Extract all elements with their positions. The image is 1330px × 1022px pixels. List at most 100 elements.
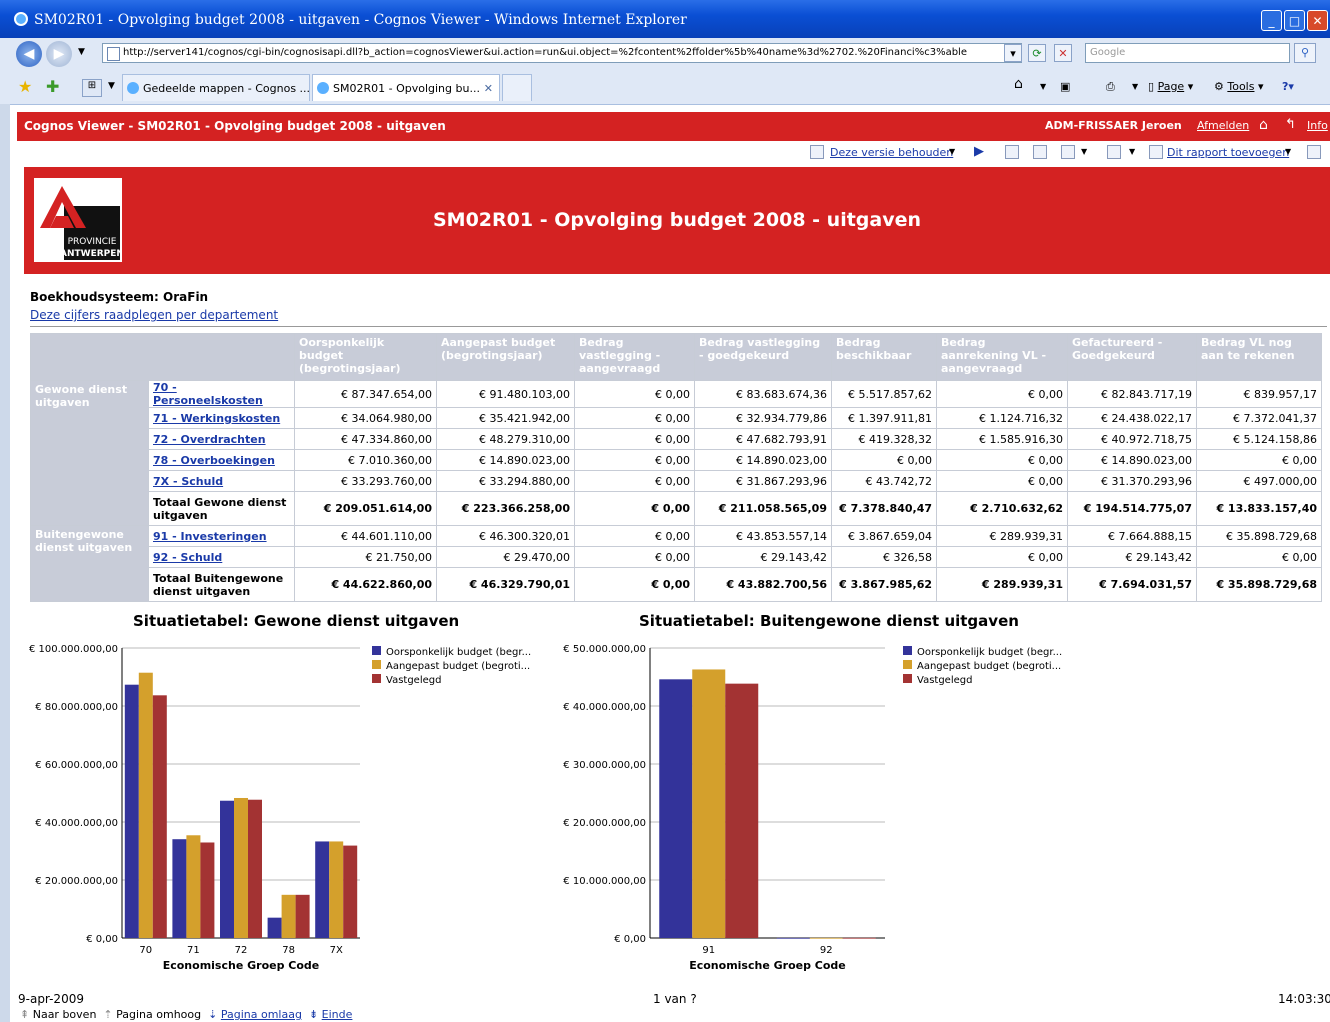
tab-list-icon[interactable]: ▼: [108, 81, 115, 91]
close-tab-icon[interactable]: ✕: [484, 75, 493, 102]
bar: [842, 937, 876, 939]
edit-report-icon[interactable]: [1307, 145, 1321, 159]
accounting-system: Boekhoudsysteem: OraFin: [30, 290, 209, 304]
nav-page-down[interactable]: Pagina omlaag: [221, 1008, 302, 1021]
row-drill-link[interactable]: 78 - Overboekingen: [153, 454, 275, 467]
y-tick-label: € 40.000.000,00: [35, 818, 118, 829]
drill-up-icon[interactable]: [1033, 145, 1047, 159]
row-drill-link[interactable]: 71 - Werkingskosten: [153, 412, 280, 425]
back-icon[interactable]: ◀: [16, 41, 42, 67]
keep-version-link[interactable]: Deze versie behouden: [830, 146, 953, 159]
value-cell: € 34.064.980,00: [294, 407, 437, 429]
row-drill-link[interactable]: 7X - Schuld: [153, 475, 223, 488]
legend-label: Oorsponkelijk budget (begr...: [386, 647, 531, 658]
footer-date: 9-apr-2009: [18, 992, 84, 1006]
help-icon[interactable]: ?▾: [1282, 80, 1294, 93]
history-dropdown-icon[interactable]: ▼: [78, 47, 85, 57]
related-links-dropdown-icon[interactable]: ▼: [1081, 147, 1087, 156]
tab-gedeelde-mappen[interactable]: Gedeelde mappen - Cognos ...: [122, 74, 310, 101]
page-icon: [107, 47, 120, 61]
report-table: Oorsponkelijk budget (begrotingsjaar) Aa…: [30, 333, 1322, 602]
view-format-dropdown-icon[interactable]: ▼: [1129, 147, 1135, 156]
add-report-dropdown-icon[interactable]: ▼: [1285, 147, 1291, 156]
bar: [776, 937, 810, 939]
close-icon[interactable]: ✕: [1307, 10, 1328, 31]
nav-end[interactable]: Einde: [322, 1008, 353, 1021]
value-cell: € 0,00: [936, 380, 1068, 408]
view-format-icon[interactable]: [1107, 145, 1121, 159]
value-cell: € 0,00: [936, 470, 1068, 492]
refresh-icon[interactable]: ⟳: [1028, 44, 1046, 62]
home-dropdown-icon[interactable]: ▼: [1040, 82, 1046, 91]
minimize-icon[interactable]: _: [1261, 10, 1282, 31]
favorites-star-icon[interactable]: ★: [18, 77, 32, 96]
total-value-cell: € 7.378.840,47: [831, 491, 937, 526]
return-icon[interactable]: ↰: [1285, 117, 1296, 132]
value-cell: € 5.517.857,62: [831, 380, 937, 408]
address-bar[interactable]: http://server141/cognos/cgi-bin/cognosis…: [102, 43, 1022, 63]
row-drill-link[interactable]: 91 - Investeringen: [153, 530, 267, 543]
search-icon[interactable]: ⚲: [1294, 43, 1316, 63]
search-input[interactable]: Google: [1085, 43, 1290, 63]
y-tick-label: € 50.000.000,00: [563, 644, 646, 655]
print-icon[interactable]: ⎙: [1106, 80, 1115, 94]
page-menu[interactable]: ▯ Page ▾: [1148, 80, 1193, 93]
run-icon[interactable]: ▶: [974, 144, 984, 159]
tools-menu-label: Tools: [1227, 80, 1255, 93]
value-cell: € 35.898.729,68: [1196, 525, 1322, 547]
maximize-icon[interactable]: □: [1284, 10, 1305, 31]
value-cell: € 0,00: [574, 470, 695, 492]
x-tick-label: 92: [820, 945, 833, 956]
add-favorites-icon[interactable]: ✚: [46, 77, 59, 96]
info-link[interactable]: Info: [1307, 119, 1328, 132]
forward-icon[interactable]: ▶: [46, 41, 72, 67]
bar: [186, 835, 201, 938]
value-cell: € 1.397.911,81: [831, 407, 937, 429]
column-header: Bedrag beschikbaar: [831, 333, 937, 381]
address-row: ◀ ▶ ▼ http://server141/cognos/cgi-bin/co…: [0, 38, 1330, 70]
new-tab-button[interactable]: [502, 74, 532, 101]
drill-down-icon[interactable]: [1005, 145, 1019, 159]
legend-swatch: [903, 660, 912, 669]
address-dropdown-icon[interactable]: ▾: [1004, 44, 1022, 62]
row-drill-link[interactable]: 70 - Personeelskosten: [153, 381, 263, 407]
column-header: Aangepast budget (begrotingsjaar): [436, 333, 575, 381]
bar: [124, 684, 139, 938]
page-down-icon: ⇣: [208, 1008, 218, 1021]
logout-link[interactable]: Afmelden: [1197, 119, 1249, 132]
value-cell: € 0,00: [936, 449, 1068, 471]
home-icon[interactable]: ⌂: [1259, 117, 1268, 133]
value-cell: € 7.664.888,15: [1067, 525, 1197, 547]
print-dropdown-icon[interactable]: ▼: [1132, 82, 1138, 91]
province-logo: PROVINCIE ANTWERPEN: [34, 178, 122, 262]
bar: [295, 894, 310, 938]
home-icon[interactable]: ⌂: [1014, 76, 1023, 92]
row-drill-link[interactable]: 92 - Schuld: [153, 551, 222, 564]
value-cell: € 0,00: [574, 428, 695, 450]
quick-tabs-icon[interactable]: ⊞: [82, 79, 102, 97]
total-row: Totaal Buitengewone dienst uitgaven € 44.…: [31, 567, 1322, 602]
tab-sm02r01[interactable]: SM02R01 - Opvolging bu... ✕: [312, 74, 500, 101]
legend-swatch: [903, 674, 912, 683]
total-value-cell: € 35.898.729,68: [1196, 567, 1322, 602]
group-label: Buitengewone dienst uitgaven: [30, 525, 149, 602]
related-links-icon[interactable]: [1061, 145, 1075, 159]
keep-version-dropdown-icon[interactable]: ▼: [949, 147, 955, 156]
feeds-icon[interactable]: ▣: [1060, 80, 1070, 93]
tools-menu[interactable]: ⚙ Tools ▾: [1214, 80, 1264, 93]
department-link[interactable]: Deze cijfers raadplegen per departement: [30, 308, 278, 322]
row-drill-link[interactable]: 72 - Overdrachten: [153, 433, 266, 446]
value-cell: € 497.000,00: [1196, 470, 1322, 492]
stop-icon[interactable]: ✕: [1054, 44, 1072, 62]
value-cell: € 419.328,32: [831, 428, 937, 450]
total-value-cell: € 211.058.565,09: [694, 491, 832, 526]
ie-page-icon: [317, 82, 329, 94]
ie-icon: [14, 12, 28, 26]
value-cell: € 44.601.110,00: [294, 525, 437, 547]
value-cell: € 47.334.860,00: [294, 428, 437, 450]
value-cell: € 33.294.880,00: [436, 470, 575, 492]
add-report-link[interactable]: Dit rapport toevoegen: [1167, 146, 1289, 159]
value-cell: € 0,00: [936, 546, 1068, 568]
table-row: 72 - Overdrachten € 47.334.860,00 € 48.279…: [31, 428, 1322, 450]
value-cell: € 7.372.041,37: [1196, 407, 1322, 429]
